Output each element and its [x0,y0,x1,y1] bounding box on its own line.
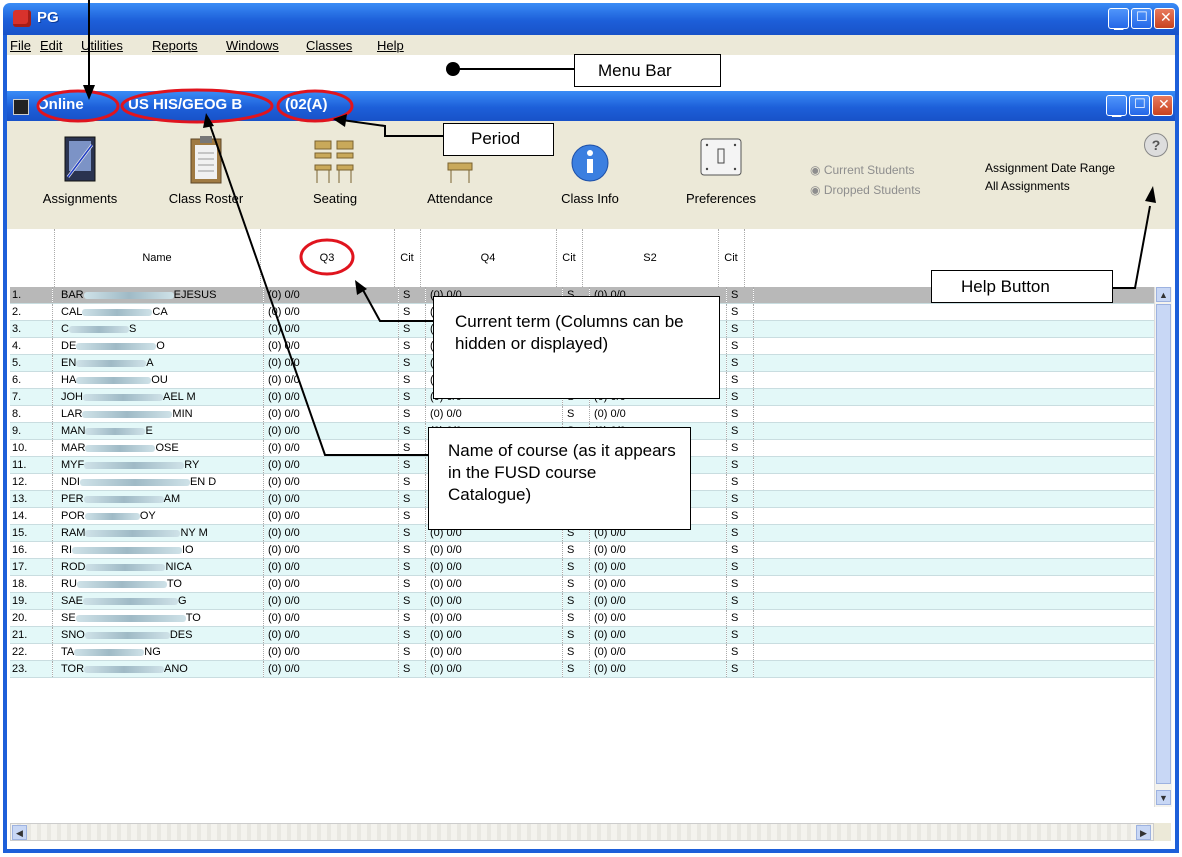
menu-bar-dot-icon [446,62,460,76]
term-pointer-line [362,289,433,322]
period-callout: Period [443,123,554,156]
menu-bar-callout: Menu Bar [574,54,721,87]
course-name-callout: Name of course (as it appears in the FUS… [428,427,691,530]
arrow-head-icon [1145,186,1156,203]
help-button-callout: Help Button [931,270,1113,303]
course-highlight-ellipse [120,88,274,124]
q3-highlight-ellipse [299,238,355,276]
help-pointer-line [1112,205,1151,289]
period-pointer-line [341,119,443,137]
course-pointer-line [209,124,428,456]
current-term-callout: Current term (Columns can be hidden or d… [433,296,720,399]
online-highlight-ellipse [36,89,120,123]
